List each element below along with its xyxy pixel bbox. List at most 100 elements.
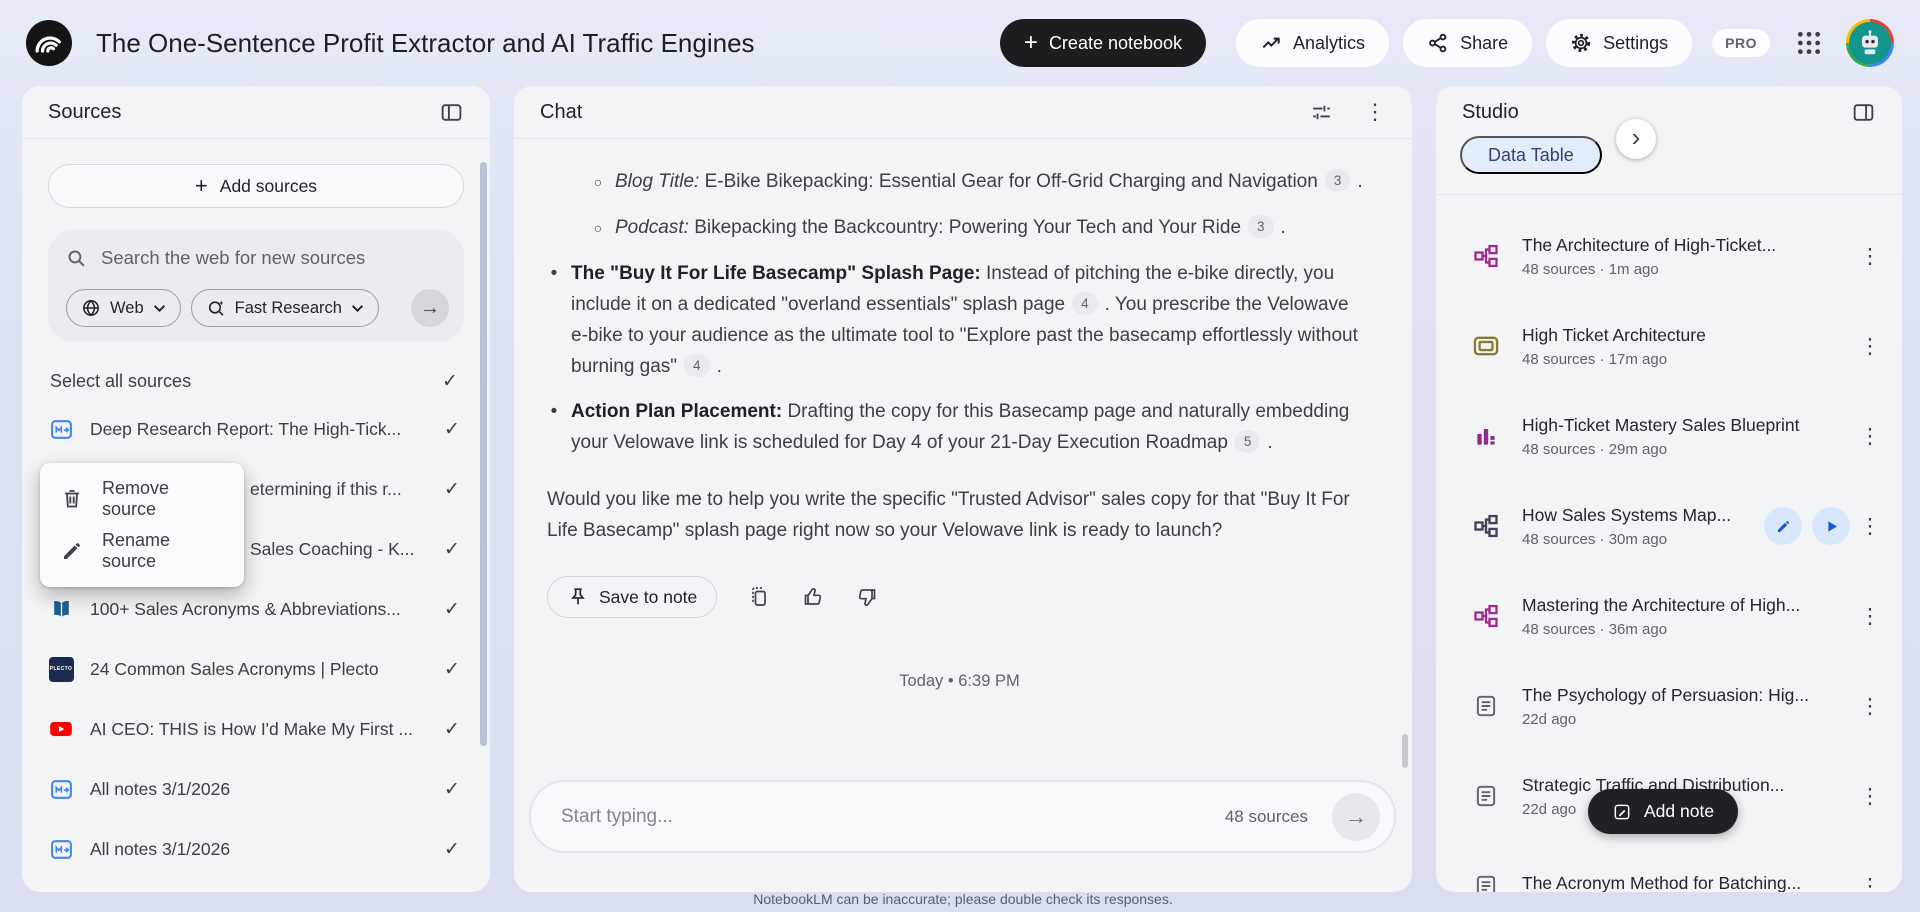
more-menu-icon[interactable]: ⋮: [1858, 244, 1882, 269]
source-checkbox[interactable]: ✓: [440, 538, 464, 561]
chat-bullet: • Action Plan Placement: Drafting the co…: [547, 396, 1367, 458]
source-row[interactable]: AI CEO: THIS is How I'd Make My First ..…: [48, 699, 464, 759]
studio-item[interactable]: High Ticket Architecture 48 sources · 17m…: [1436, 301, 1902, 391]
source-checkbox[interactable]: ✓: [440, 778, 464, 801]
chat-input-bar: 48 sources →: [529, 780, 1396, 853]
chat-input[interactable]: [561, 805, 1225, 828]
studio-item-title: How Sales Systems Map...: [1522, 504, 1732, 525]
more-menu-icon[interactable]: ⋮: [1858, 694, 1882, 719]
more-menu-icon[interactable]: ⋮: [1858, 874, 1882, 893]
search-icon: [66, 248, 87, 269]
chat-settings-icon[interactable]: [1309, 100, 1334, 125]
rename-source-menu-item[interactable]: Rename source: [40, 525, 244, 577]
notebook-doc-icon: [48, 777, 74, 802]
citation-chip[interactable]: 3: [1324, 169, 1351, 192]
chevron-down-icon: [153, 304, 166, 313]
studio-item[interactable]: The Architecture of High-Ticket... 48 sou…: [1436, 211, 1902, 301]
studio-item[interactable]: High-Ticket Mastery Sales Blueprint 48 so…: [1436, 391, 1902, 481]
send-button[interactable]: →: [1332, 792, 1380, 841]
web-filter-label: Web: [110, 298, 144, 317]
arrow-right-icon: →: [420, 296, 440, 319]
share-button[interactable]: Share: [1403, 19, 1533, 67]
thumbs-down-icon[interactable]: [855, 585, 879, 609]
citation-chip[interactable]: 5: [1234, 430, 1261, 453]
select-all-label: Select all sources: [50, 371, 192, 391]
more-menu-icon[interactable]: ⋮: [1858, 784, 1882, 809]
more-menu-icon[interactable]: ⋮: [1858, 334, 1882, 359]
source-row[interactable]: PLECTO 24 Common Sales Acronyms | Plecto…: [48, 639, 464, 699]
source-checkbox[interactable]: ✓: [440, 478, 464, 501]
remove-source-menu-item[interactable]: Remove source: [40, 473, 244, 525]
pro-badge: PRO: [1712, 29, 1770, 57]
apps-grid-icon[interactable]: [1796, 30, 1822, 56]
interactive-mode-button[interactable]: [1764, 507, 1802, 545]
citation-chip[interactable]: 3: [1248, 215, 1274, 238]
studio-item-title: The Acronym Method for Batching...: [1522, 873, 1802, 892]
add-note-button[interactable]: Add note: [1588, 789, 1739, 834]
more-menu-icon[interactable]: ⋮: [1858, 604, 1882, 629]
add-sources-button[interactable]: + Add sources: [48, 164, 464, 208]
user-avatar[interactable]: [1846, 19, 1894, 67]
chat-sub-bullet: ○ Podcast: Bikepacking the Backcountry: …: [591, 212, 1372, 244]
chevron-down-icon: [351, 304, 364, 313]
studio-item[interactable]: How Sales Systems Map... 48 sources · 30m…: [1436, 481, 1902, 571]
share-icon: [1427, 32, 1449, 54]
barchart-icon: [1470, 423, 1502, 449]
chat-closing-paragraph: Would you like me to help you write the …: [547, 489, 1350, 541]
select-all-checkbox[interactable]: ✓: [438, 370, 462, 393]
save-to-note-button[interactable]: Save to note: [547, 576, 718, 618]
source-row[interactable]: All notes 3/1/2026 ✓: [48, 819, 464, 879]
source-title: 100+ Sales Acronyms & Abbreviations...: [90, 598, 401, 619]
video-overview-icon: [1470, 332, 1502, 360]
chat-more-menu-icon[interactable]: ⋮: [1364, 101, 1386, 123]
trash-icon: [60, 487, 84, 511]
research-mode-dropdown[interactable]: Fast Research: [190, 289, 379, 327]
source-title: All notes 3/1/2026: [90, 838, 231, 859]
studio-item[interactable]: The Psychology of Persuasion: Hig... 22d …: [1436, 661, 1902, 751]
citation-chip[interactable]: 4: [1072, 292, 1098, 315]
pencil-icon: [60, 539, 84, 563]
source-row[interactable]: Deep Research Report: The High-Tick... ✓: [48, 399, 464, 459]
create-notebook-button[interactable]: + Create notebook: [999, 19, 1207, 67]
studio-item[interactable]: The Acronym Method for Batching... ⋮: [1436, 841, 1902, 892]
expand-panel-icon[interactable]: [1851, 100, 1876, 125]
studio-item-meta: 48 sources · 30m ago: [1522, 530, 1668, 548]
studio-item[interactable]: Mastering the Architecture of High... 48 …: [1436, 571, 1902, 661]
create-notebook-label: Create notebook: [1048, 32, 1183, 53]
circle-bullet-icon: ○: [593, 220, 603, 236]
search-submit-button[interactable]: →: [411, 289, 449, 327]
source-title: Deep Research Report: The High-Tick...: [90, 418, 402, 439]
analytics-button[interactable]: Analytics: [1236, 19, 1390, 67]
source-checkbox[interactable]: ✓: [440, 658, 464, 681]
search-input[interactable]: [101, 247, 449, 269]
more-menu-icon[interactable]: ⋮: [1858, 424, 1882, 449]
copy-icon[interactable]: [747, 585, 771, 609]
citation-chip[interactable]: 4: [684, 354, 710, 377]
disclaimer-text: NotebookLM can be inaccurate; please dou…: [753, 891, 1173, 907]
source-checkbox[interactable]: ✓: [440, 718, 464, 741]
chip-scroll-right-button[interactable]: ›: [1616, 119, 1656, 159]
source-row[interactable]: All notes 3/1/2026 ✓: [48, 759, 464, 819]
book-icon: [48, 597, 74, 622]
settings-button[interactable]: Settings: [1546, 19, 1693, 67]
more-menu-icon[interactable]: ⋮: [1858, 514, 1882, 539]
flowchart-icon: [1470, 602, 1502, 630]
source-checkbox[interactable]: ✓: [440, 598, 464, 621]
research-sparkle-icon: [206, 298, 226, 318]
data-table-chip[interactable]: Data Table: [1460, 136, 1602, 174]
report-doc-icon: [1470, 873, 1502, 892]
play-audio-button[interactable]: [1812, 507, 1850, 545]
report-doc-icon: [1470, 783, 1502, 809]
source-row[interactable]: 100+ Sales Acronyms & Abbreviations... ✓: [48, 579, 464, 639]
plus-icon: +: [194, 173, 208, 198]
studio-item-meta: 48 sources · 29m ago: [1522, 440, 1668, 458]
thumbs-up-icon[interactable]: [801, 585, 825, 609]
notebooklm-logo-icon[interactable]: [26, 20, 72, 66]
sources-scrollbar[interactable]: [480, 162, 487, 746]
source-checkbox[interactable]: ✓: [440, 838, 464, 861]
source-checkbox[interactable]: ✓: [440, 418, 464, 441]
web-filter-dropdown[interactable]: Web: [66, 289, 181, 327]
collapse-panel-icon[interactable]: [439, 100, 464, 125]
chat-panel-title: Chat: [540, 100, 583, 123]
chat-scrollbar[interactable]: [1402, 734, 1408, 768]
